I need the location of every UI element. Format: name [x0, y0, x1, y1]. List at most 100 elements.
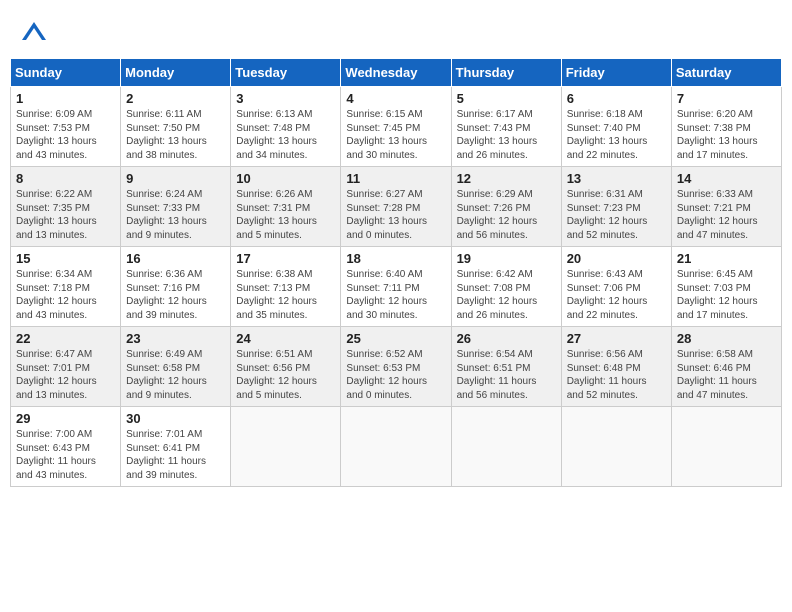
- calendar-cell: 27Sunrise: 6:56 AM Sunset: 6:48 PM Dayli…: [561, 327, 671, 407]
- calendar-cell: [231, 407, 341, 487]
- day-number: 4: [346, 91, 445, 106]
- weekday-header: Saturday: [671, 59, 781, 87]
- day-info: Sunrise: 6:33 AM Sunset: 7:21 PM Dayligh…: [677, 188, 776, 242]
- calendar-cell: 5Sunrise: 6:17 AM Sunset: 7:43 PM Daylig…: [451, 87, 561, 167]
- page-header: [10, 10, 782, 53]
- logo-icon: [20, 20, 48, 48]
- day-info: Sunrise: 6:49 AM Sunset: 6:58 PM Dayligh…: [126, 348, 225, 402]
- day-number: 6: [567, 91, 666, 106]
- day-number: 16: [126, 251, 225, 266]
- calendar-cell: 22 Sunrise: 6:47 AM Sunset: 7:01 PM Dayli…: [11, 327, 121, 407]
- day-number: 9: [126, 171, 225, 186]
- weekday-header: Monday: [121, 59, 231, 87]
- day-number: 14: [677, 171, 776, 186]
- day-number: 19: [457, 251, 556, 266]
- day-number: 13: [567, 171, 666, 186]
- calendar-cell: 29 Sunrise: 7:00 AM Sunset: 6:43 PM Dayli…: [11, 407, 121, 487]
- calendar-cell: 3Sunrise: 6:13 AM Sunset: 7:48 PM Daylig…: [231, 87, 341, 167]
- day-number: 17: [236, 251, 335, 266]
- calendar-cell: 2Sunrise: 6:11 AM Sunset: 7:50 PM Daylig…: [121, 87, 231, 167]
- calendar-table: SundayMondayTuesdayWednesdayThursdayFrid…: [10, 58, 782, 487]
- day-number: 25: [346, 331, 445, 346]
- calendar-body: 1 Sunrise: 6:09 AM Sunset: 7:53 PM Daylig…: [11, 87, 782, 487]
- calendar-cell: 4 Sunrise: 6:15 AM Sunset: 7:45 PM Daylig…: [341, 87, 451, 167]
- calendar-cell: 13 Sunrise: 6:31 AM Sunset: 7:23 PM Dayli…: [561, 167, 671, 247]
- calendar-cell: 24 Sunrise: 6:51 AM Sunset: 6:56 PM Dayli…: [231, 327, 341, 407]
- calendar-cell: 6 Sunrise: 6:18 AM Sunset: 7:40 PM Daylig…: [561, 87, 671, 167]
- day-info: Sunrise: 6:42 AM Sunset: 7:08 PM Dayligh…: [457, 268, 556, 322]
- calendar-cell: [341, 407, 451, 487]
- calendar-header-row: SundayMondayTuesdayWednesdayThursdayFrid…: [11, 59, 782, 87]
- weekday-header: Tuesday: [231, 59, 341, 87]
- calendar-cell: 21 Sunrise: 6:45 AM Sunset: 7:03 PM Dayli…: [671, 247, 781, 327]
- day-number: 11: [346, 171, 445, 186]
- calendar-cell: 1 Sunrise: 6:09 AM Sunset: 7:53 PM Daylig…: [11, 87, 121, 167]
- day-number: 20: [567, 251, 666, 266]
- day-info: Sunrise: 6:18 AM Sunset: 7:40 PM Dayligh…: [567, 108, 666, 162]
- calendar-cell: 18 Sunrise: 6:40 AM Sunset: 7:11 PM Dayli…: [341, 247, 451, 327]
- day-number: 21: [677, 251, 776, 266]
- day-info: Sunrise: 6:31 AM Sunset: 7:23 PM Dayligh…: [567, 188, 666, 242]
- calendar-cell: 15 Sunrise: 6:34 AM Sunset: 7:18 PM Dayli…: [11, 247, 121, 327]
- calendar-cell: 14 Sunrise: 6:33 AM Sunset: 7:21 PM Dayli…: [671, 167, 781, 247]
- day-number: 26: [457, 331, 556, 346]
- day-number: 12: [457, 171, 556, 186]
- calendar-cell: 23 Sunrise: 6:49 AM Sunset: 6:58 PM Dayli…: [121, 327, 231, 407]
- calendar-cell: 26 Sunrise: 6:54 AM Sunset: 6:51 PM Dayli…: [451, 327, 561, 407]
- day-info: Sunrise: 6:52 AM Sunset: 6:53 PM Dayligh…: [346, 348, 445, 402]
- day-number: 27: [567, 331, 666, 346]
- day-info: Sunrise: 6:22 AM Sunset: 7:35 PM Dayligh…: [16, 188, 115, 242]
- calendar-cell: 17 Sunrise: 6:38 AM Sunset: 7:13 PM Dayli…: [231, 247, 341, 327]
- calendar-week-row: 29 Sunrise: 7:00 AM Sunset: 6:43 PM Dayli…: [11, 407, 782, 487]
- calendar-cell: 28 Sunrise: 6:58 AM Sunset: 6:46 PM Dayli…: [671, 327, 781, 407]
- day-info: Sunrise: 6:58 AM Sunset: 6:46 PM Dayligh…: [677, 348, 776, 402]
- day-info: Sunrise: 6:24 AM Sunset: 7:33 PM Dayligh…: [126, 188, 225, 242]
- day-info: Sunrise: 6:40 AM Sunset: 7:11 PM Dayligh…: [346, 268, 445, 322]
- calendar-cell: 11 Sunrise: 6:27 AM Sunset: 7:28 PM Dayli…: [341, 167, 451, 247]
- day-info: Sunrise: 6:09 AM Sunset: 7:53 PM Dayligh…: [16, 108, 115, 162]
- day-info: Sunrise: 6:51 AM Sunset: 6:56 PM Dayligh…: [236, 348, 335, 402]
- calendar-cell: 19 Sunrise: 6:42 AM Sunset: 7:08 PM Dayli…: [451, 247, 561, 327]
- day-info: Sunrise: 7:00 AM Sunset: 6:43 PM Dayligh…: [16, 428, 115, 482]
- weekday-header: Friday: [561, 59, 671, 87]
- day-number: 22: [16, 331, 115, 346]
- day-info: Sunrise: 6:36 AM Sunset: 7:16 PM Dayligh…: [126, 268, 225, 322]
- calendar-cell: 16 Sunrise: 6:36 AM Sunset: 7:16 PM Dayli…: [121, 247, 231, 327]
- day-info: Sunrise: 6:26 AM Sunset: 7:31 PM Dayligh…: [236, 188, 335, 242]
- calendar-cell: 20Sunrise: 6:43 AM Sunset: 7:06 PM Dayli…: [561, 247, 671, 327]
- day-number: 5: [457, 91, 556, 106]
- logo: [20, 20, 52, 48]
- day-info: Sunrise: 6:29 AM Sunset: 7:26 PM Dayligh…: [457, 188, 556, 242]
- day-number: 1: [16, 91, 115, 106]
- day-number: 23: [126, 331, 225, 346]
- day-number: 24: [236, 331, 335, 346]
- day-info: Sunrise: 6:54 AM Sunset: 6:51 PM Dayligh…: [457, 348, 556, 402]
- day-number: 8: [16, 171, 115, 186]
- calendar-cell: 7Sunrise: 6:20 AM Sunset: 7:38 PM Daylig…: [671, 87, 781, 167]
- calendar-cell: 30Sunrise: 7:01 AM Sunset: 6:41 PM Dayli…: [121, 407, 231, 487]
- day-number: 10: [236, 171, 335, 186]
- day-number: 2: [126, 91, 225, 106]
- calendar-week-row: 8 Sunrise: 6:22 AM Sunset: 7:35 PM Daylig…: [11, 167, 782, 247]
- day-number: 18: [346, 251, 445, 266]
- day-number: 3: [236, 91, 335, 106]
- day-number: 28: [677, 331, 776, 346]
- day-number: 15: [16, 251, 115, 266]
- day-info: Sunrise: 7:01 AM Sunset: 6:41 PM Dayligh…: [126, 428, 225, 482]
- calendar-cell: [451, 407, 561, 487]
- calendar-week-row: 1 Sunrise: 6:09 AM Sunset: 7:53 PM Daylig…: [11, 87, 782, 167]
- day-info: Sunrise: 6:27 AM Sunset: 7:28 PM Dayligh…: [346, 188, 445, 242]
- calendar-cell: 8 Sunrise: 6:22 AM Sunset: 7:35 PM Daylig…: [11, 167, 121, 247]
- day-info: Sunrise: 6:38 AM Sunset: 7:13 PM Dayligh…: [236, 268, 335, 322]
- day-info: Sunrise: 6:45 AM Sunset: 7:03 PM Dayligh…: [677, 268, 776, 322]
- calendar-cell: [671, 407, 781, 487]
- calendar-week-row: 22 Sunrise: 6:47 AM Sunset: 7:01 PM Dayli…: [11, 327, 782, 407]
- day-info: Sunrise: 6:47 AM Sunset: 7:01 PM Dayligh…: [16, 348, 115, 402]
- weekday-header: Sunday: [11, 59, 121, 87]
- day-info: Sunrise: 6:20 AM Sunset: 7:38 PM Dayligh…: [677, 108, 776, 162]
- calendar-cell: [561, 407, 671, 487]
- weekday-header: Wednesday: [341, 59, 451, 87]
- day-info: Sunrise: 6:15 AM Sunset: 7:45 PM Dayligh…: [346, 108, 445, 162]
- day-number: 29: [16, 411, 115, 426]
- day-info: Sunrise: 6:34 AM Sunset: 7:18 PM Dayligh…: [16, 268, 115, 322]
